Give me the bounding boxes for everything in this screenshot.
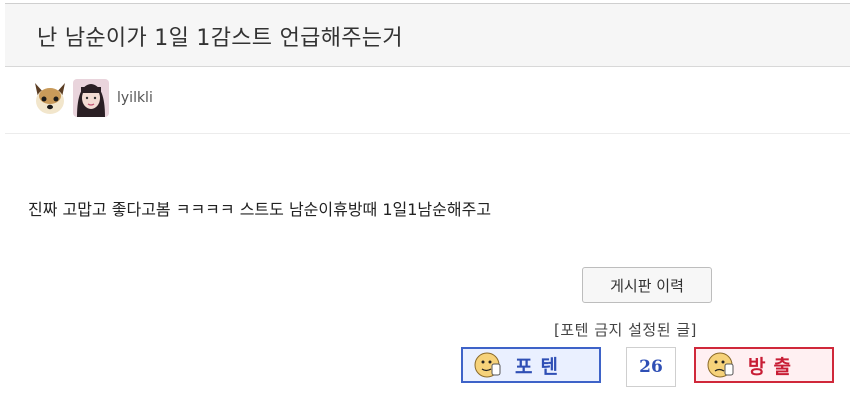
post-body: 진짜 고맙고 좋다고봄 ㅋㅋㅋㅋ 스트도 남순이휴방때 1일1남순해주고 <box>28 200 492 219</box>
board-history-button[interactable]: 게시판 이력 <box>582 267 712 303</box>
dog-avatar-icon <box>35 83 65 114</box>
no-poten-notice: [포텐 금지 설정된 글] <box>554 321 697 339</box>
post-header: 난 남순이가 1일 1감스트 언급해주는거 <box>5 4 850 67</box>
downvote-label: 방출 <box>748 355 799 378</box>
post-title: 난 남순이가 1일 1감스트 언급해주는거 <box>37 26 403 51</box>
profile-avatar-icon <box>73 79 109 117</box>
upvote-label: 포텐 <box>515 355 566 378</box>
thumbs-down-face-icon <box>707 352 734 378</box>
author-row: lyilkli <box>5 67 850 134</box>
downvote-button[interactable]: 방출 <box>694 347 834 383</box>
vote-count: 26 <box>626 347 676 387</box>
author-name[interactable]: lyilkli <box>117 90 153 106</box>
upvote-button[interactable]: 포텐 <box>461 347 601 383</box>
thumbs-up-face-icon <box>474 352 501 378</box>
